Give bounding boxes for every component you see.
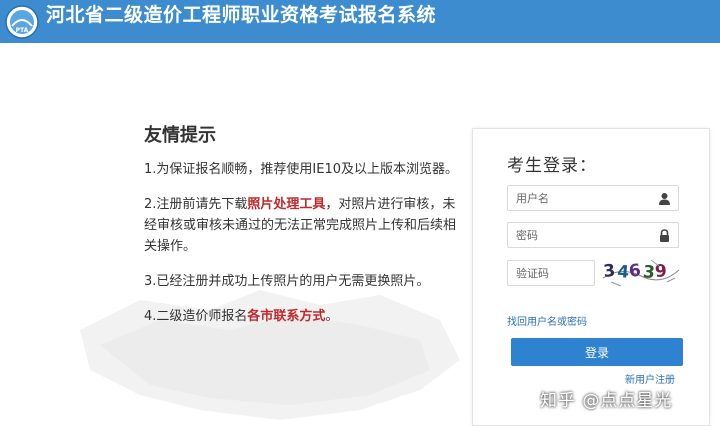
notice-item-3: 3.已经注册并成功上传照片的用户无需更换照片。 <box>144 274 430 289</box>
notice-item-2: 2.注册前请先下载照片处理工具，对照片进行审核，未经审核或审核未通过的无法正常完… <box>144 194 462 257</box>
notice-item-4: 4.二级造价师报名各市联系方式。 <box>144 306 462 327</box>
user-icon <box>659 193 670 205</box>
captcha-char: 4 <box>616 262 629 283</box>
notice-item-2-text-a: 2.注册前请先下载 <box>144 197 248 212</box>
notice-section: 友情提示 1.为保证报名顺畅，推荐使用IE10及以上版本浏览器。 2.注册前请先… <box>144 124 462 341</box>
notice-item-4-text-b: 。 <box>325 309 339 324</box>
lock-icon <box>660 229 669 242</box>
password-placeholder: 密码 <box>516 229 538 242</box>
login-title: 考生登录： <box>507 156 597 176</box>
captcha-char: 3 <box>602 261 616 282</box>
username-field[interactable]: 用户名 <box>507 185 679 211</box>
captcha-char: 3 <box>642 262 656 283</box>
watermark: 知乎 @点点星光 <box>540 391 673 411</box>
notice-item-4-text-a: 4.二级造价师报名 <box>144 309 248 324</box>
photo-tool-link[interactable]: 照片处理工具 <box>247 197 325 212</box>
password-field[interactable]: 密码 <box>507 222 679 248</box>
notice-title: 友情提示 <box>144 125 216 146</box>
logo-text: PTA <box>16 27 29 34</box>
captcha-placeholder: 验证码 <box>516 267 549 280</box>
notice-item-1: 1.为保证报名顺畅，推荐使用IE10及以上版本浏览器。 <box>144 162 458 177</box>
register-link[interactable]: 新用户注册 <box>625 371 675 386</box>
page: PTA 河北省二级造价工程师职业资格考试报名系统 友情提示 1.为保证报名顺畅，… <box>0 0 720 426</box>
login-panel: 考生登录： 用户名 密码 验证码 34639 找回用户名或密码 登录 新用户注册 <box>472 128 710 426</box>
page-title: 河北省二级造价工程师职业资格考试报名系统 <box>46 4 437 26</box>
captcha-text: 34639 <box>602 260 667 283</box>
header-bar: PTA 河北省二级造价工程师职业资格考试报名系统 <box>0 0 720 43</box>
logo-icon: PTA <box>5 5 39 39</box>
username-placeholder: 用户名 <box>516 192 549 205</box>
captcha-image[interactable]: 34639 <box>601 256 681 288</box>
captcha-char: 6 <box>628 260 643 281</box>
captcha-field[interactable]: 验证码 <box>507 260 595 286</box>
login-button[interactable]: 登录 <box>511 338 683 366</box>
city-contact-link[interactable]: 各市联系方式 <box>247 309 325 324</box>
forgot-credentials-link[interactable]: 找回用户名或密码 <box>507 313 587 328</box>
